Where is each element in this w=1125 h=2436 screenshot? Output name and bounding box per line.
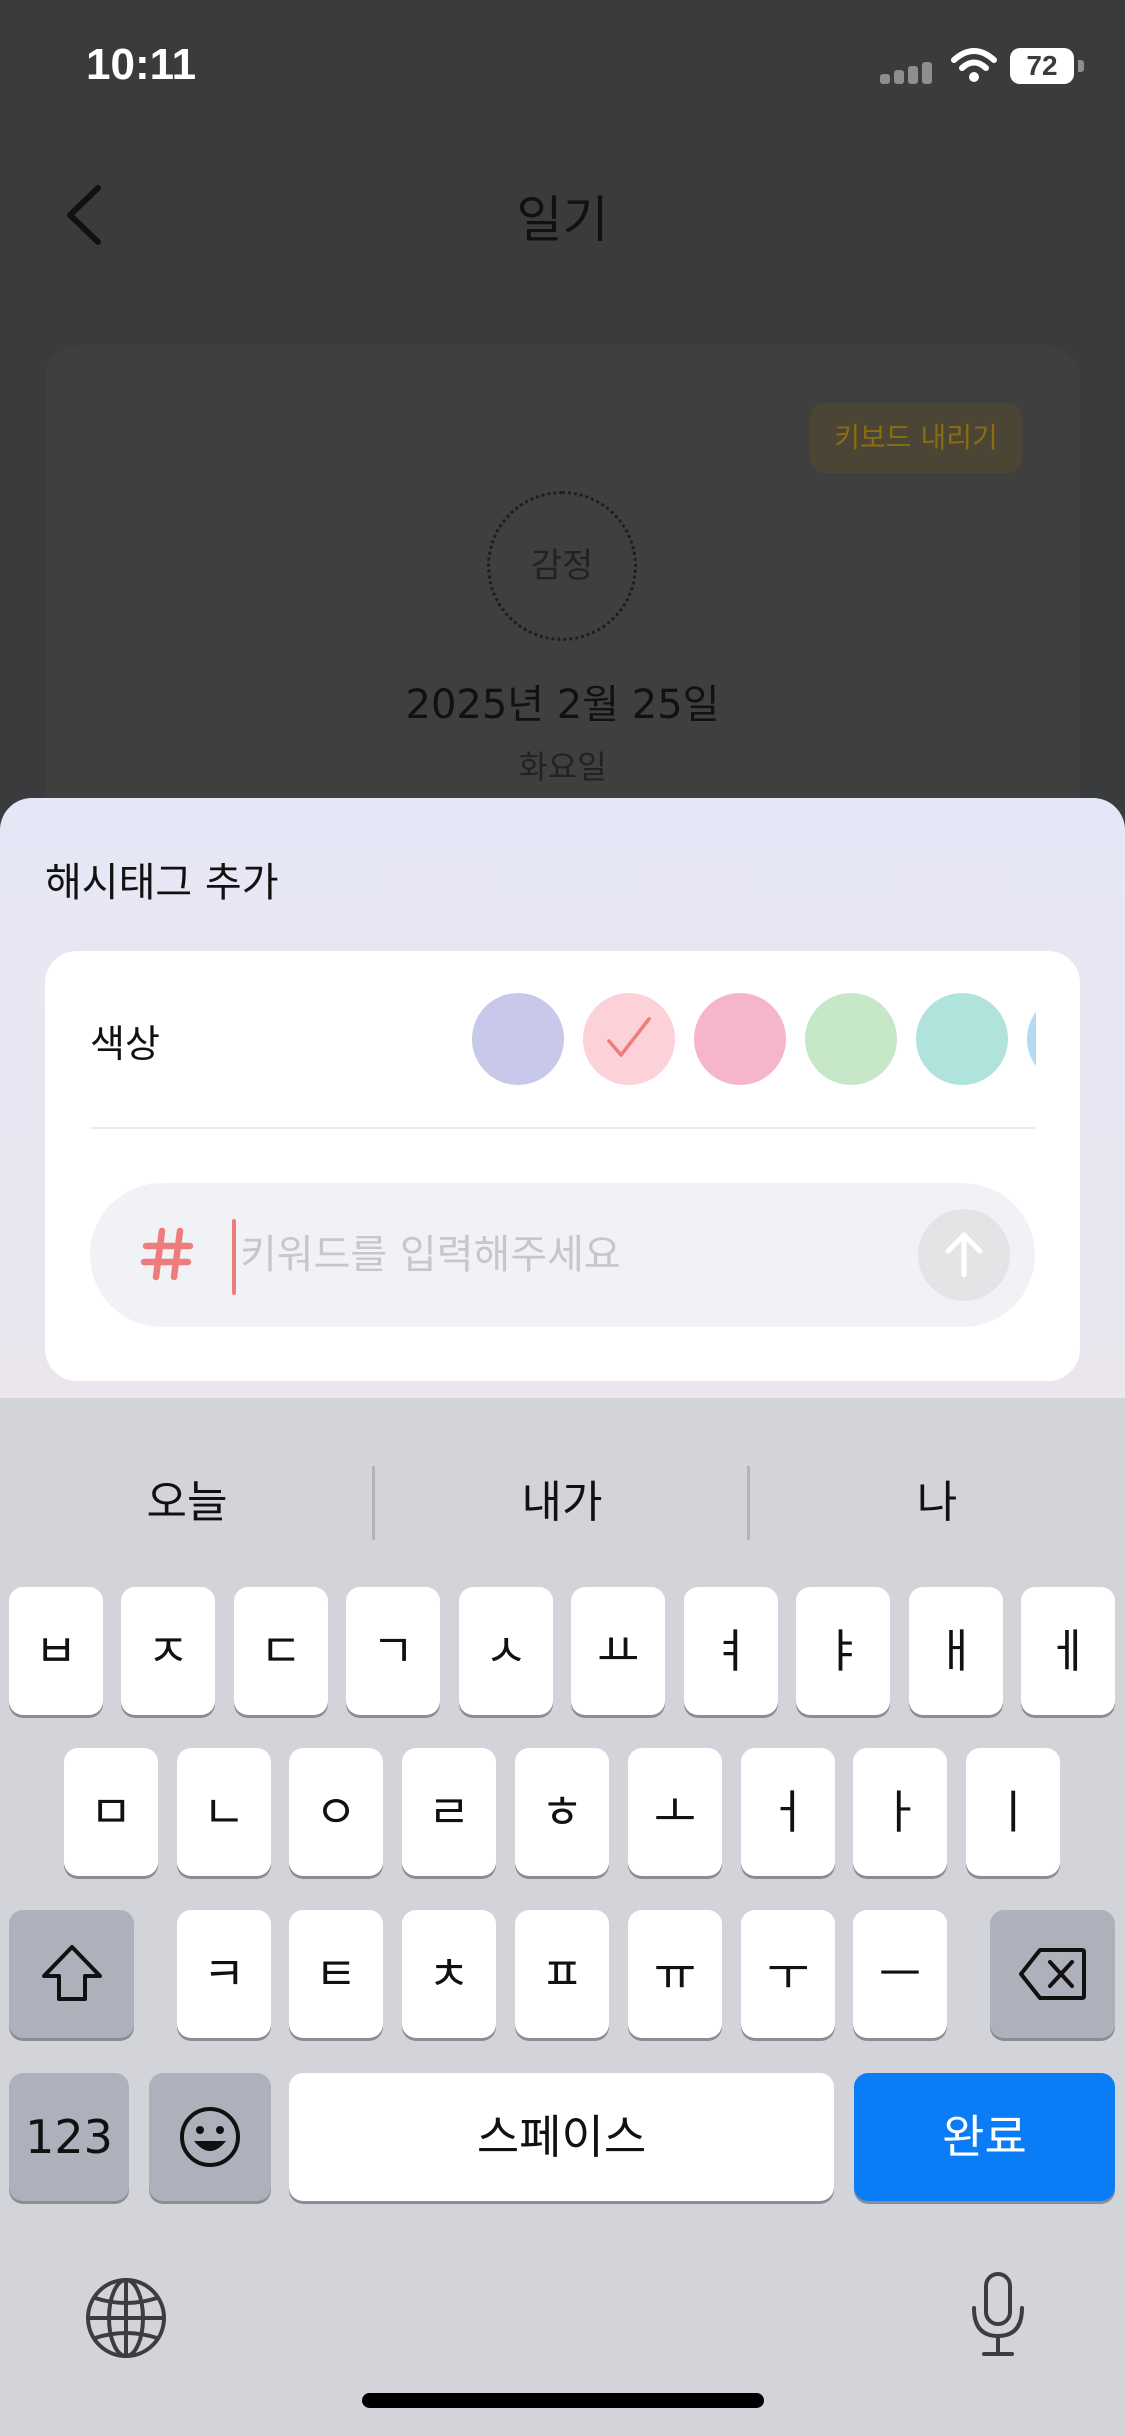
key[interactable]: ㅡ [853, 1910, 947, 2038]
done-key[interactable]: 완료 [854, 2073, 1115, 2201]
key[interactable]: ㅍ [515, 1910, 609, 2038]
card-divider [90, 1127, 1035, 1129]
key[interactable]: ㅜ [741, 1910, 835, 2038]
suggestion-item[interactable]: 나 [750, 1428, 1124, 1578]
arrow-up-icon [945, 1232, 983, 1278]
key[interactable]: ㄹ [402, 1748, 496, 1876]
key[interactable]: ㅐ [909, 1587, 1003, 1715]
emoji-icon [180, 2107, 240, 2167]
key[interactable]: ㅈ [121, 1587, 215, 1715]
wifi-icon [951, 48, 997, 82]
shift-key[interactable] [9, 1910, 134, 2038]
key[interactable]: ㄱ [346, 1587, 440, 1715]
keyboard-hide-button[interactable]: 키보드 내리기 [810, 403, 1022, 473]
background-page: 10:11 72 일기 키보드 내리기 감정 2025년 2월 25일 화요일 [0, 0, 1125, 905]
key[interactable]: ㅛ [571, 1587, 665, 1715]
emotion-selector[interactable]: 감정 [487, 491, 637, 641]
color-swatch[interactable] [694, 993, 786, 1085]
color-swatch-list[interactable] [472, 993, 1036, 1085]
color-swatch[interactable] [916, 993, 1008, 1085]
battery-indicator: 72 [1010, 48, 1074, 84]
cellular-signal-icon [880, 54, 936, 84]
sheet-title: 해시태그 추가 [45, 860, 279, 906]
entry-weekday: 화요일 [518, 748, 607, 786]
backspace-key[interactable] [990, 1910, 1115, 2038]
color-swatch-selected[interactable] [583, 993, 675, 1085]
status-time: 10:11 [86, 40, 197, 89]
suggestion-item[interactable]: 오늘 [0, 1428, 374, 1578]
checkmark-icon [607, 1017, 651, 1057]
key[interactable]: ㅏ [853, 1748, 947, 1876]
microphone-icon[interactable] [968, 2270, 1028, 2360]
status-icons: 72 [880, 44, 1090, 94]
key[interactable]: ㅊ [402, 1910, 496, 2038]
send-button[interactable] [918, 1209, 1010, 1301]
korean-keyboard: 오늘 내가 나 ㅂ ㅈ ㄷ ㄱ ㅅ ㅛ ㅕ ㅑ ㅐ ㅔ ㅁ ㄴ ㅇ ㄹ ㅎ ㅗ … [0, 1428, 1125, 2436]
emoji-key[interactable] [149, 2073, 271, 2201]
color-label: 색상 [90, 1022, 160, 1066]
keyword-input-container[interactable] [90, 1183, 1035, 1327]
page-title: 일기 [516, 191, 609, 249]
key[interactable]: ㅑ [796, 1587, 890, 1715]
key[interactable]: ㅇ [289, 1748, 383, 1876]
backspace-icon [1019, 1948, 1086, 2000]
shift-icon [42, 1945, 102, 2001]
hash-icon [140, 1227, 194, 1281]
key[interactable]: ㄷ [234, 1587, 328, 1715]
key[interactable]: ㅓ [741, 1748, 835, 1876]
keyword-input[interactable] [240, 1213, 860, 1297]
text-caret [232, 1219, 236, 1295]
key[interactable]: ㅎ [515, 1748, 609, 1876]
key[interactable]: ㅕ [684, 1587, 778, 1715]
color-swatch[interactable] [1027, 993, 1036, 1085]
key[interactable]: ㅂ [9, 1587, 103, 1715]
key[interactable]: ㅗ [628, 1748, 722, 1876]
color-swatch[interactable] [805, 993, 897, 1085]
entry-date: 2025년 2월 25일 [405, 682, 720, 728]
key[interactable]: ㅁ [64, 1748, 158, 1876]
key[interactable]: ㅠ [628, 1910, 722, 2038]
key[interactable]: ㅔ [1021, 1587, 1115, 1715]
key[interactable]: ㅣ [966, 1748, 1060, 1876]
key[interactable]: ㄴ [177, 1748, 271, 1876]
suggestion-bar: 오늘 내가 나 [0, 1428, 1125, 1578]
suggestion-item[interactable]: 내가 [375, 1428, 749, 1578]
key[interactable]: ㅋ [177, 1910, 271, 2038]
hashtag-card: 색상 [45, 951, 1080, 1381]
home-indicator [362, 2393, 764, 2408]
key[interactable]: ㅅ [459, 1587, 553, 1715]
battery-cap [1078, 60, 1084, 72]
color-swatch[interactable] [472, 993, 564, 1085]
key[interactable]: ㅌ [289, 1910, 383, 2038]
numbers-key[interactable]: 123 [9, 2073, 129, 2201]
globe-icon[interactable] [84, 2276, 168, 2360]
space-key[interactable]: 스페이스 [289, 2073, 834, 2201]
